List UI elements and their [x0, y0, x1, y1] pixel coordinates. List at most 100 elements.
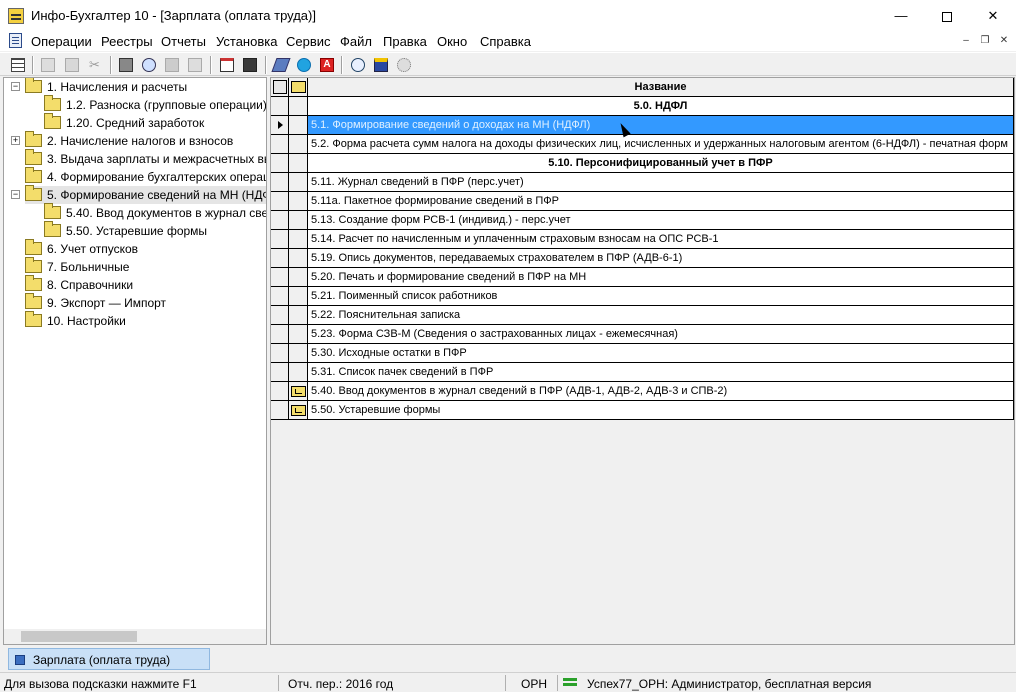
row-name[interactable]: 5.14. Расчет по начисленным и уплаченным… — [308, 230, 1014, 249]
expand-expander[interactable]: + — [11, 136, 20, 145]
image-button[interactable] — [163, 56, 181, 74]
copy-button[interactable] — [39, 56, 57, 74]
grid-view-button[interactable] — [9, 56, 27, 74]
menu-edit[interactable]: Правка — [383, 34, 427, 49]
menu-registers[interactable]: Реестры — [101, 34, 153, 49]
row-indicator — [271, 268, 289, 287]
folder-icon — [291, 405, 306, 416]
minimize-button[interactable]: — — [878, 0, 924, 31]
row-type — [289, 363, 308, 382]
row-indicator — [271, 306, 289, 325]
menu-setup[interactable]: Установка — [216, 34, 277, 49]
folder-icon — [44, 113, 61, 129]
row-name[interactable]: 5.23. Форма СЗВ-М (Сведения о застрахова… — [308, 325, 1014, 344]
collapse-expander[interactable]: − — [11, 82, 20, 91]
skype-button[interactable] — [295, 56, 313, 74]
settings-button[interactable] — [395, 56, 413, 74]
window-tab[interactable]: Зарплата (оплата труда) — [8, 648, 210, 670]
scrollbar-thumb[interactable] — [21, 631, 137, 642]
print-button[interactable] — [117, 56, 135, 74]
skype-icon — [297, 58, 311, 72]
folder-icon — [25, 131, 42, 147]
folder-icon — [44, 203, 61, 219]
table-row[interactable]: 5.11. Журнал сведений в ПФР (перс.учет) — [271, 173, 1014, 192]
paste-button[interactable] — [63, 56, 81, 74]
calendar-button[interactable] — [218, 56, 236, 74]
table-row[interactable]: 5.22. Пояснительная записка — [271, 306, 1014, 325]
row-type — [289, 268, 308, 287]
table-row[interactable]: 5.13. Создание форм РСВ-1 (индивид.) - п… — [271, 211, 1014, 230]
horizontal-scrollbar[interactable] — [4, 629, 266, 644]
row-name[interactable]: 5.11. Журнал сведений в ПФР (перс.учет) — [308, 173, 1014, 192]
table-row[interactable]: 5.2. Форма расчета сумм налога на доходы… — [271, 135, 1014, 154]
table-row[interactable]: 5.14. Расчет по начисленным и уплаченным… — [271, 230, 1014, 249]
menu-file[interactable]: Файл — [340, 34, 372, 49]
folder-icon — [291, 386, 306, 397]
row-name[interactable]: 5.22. Пояснительная записка — [308, 306, 1014, 325]
preview-button[interactable] — [140, 56, 158, 74]
photo-button[interactable] — [372, 56, 390, 74]
row-name[interactable]: 5.20. Печать и формирование сведений в П… — [308, 268, 1014, 287]
row-indicator — [271, 154, 289, 173]
table-row[interactable]: 5.11а. Пакетное формирование сведений в … — [271, 192, 1014, 211]
font-a-icon: A — [320, 58, 334, 72]
header-cell-folder[interactable] — [289, 78, 308, 97]
row-name[interactable]: 5.13. Создание форм РСВ-1 (индивид.) - п… — [308, 211, 1014, 230]
table-row[interactable]: 5.23. Форма СЗВ-М (Сведения о застрахова… — [271, 325, 1014, 344]
eraser-button[interactable] — [271, 56, 291, 74]
row-indicator — [271, 363, 289, 382]
row-name[interactable]: 5.19. Опись документов, передаваемых стр… — [308, 249, 1014, 268]
group-row: 5.0. НДФЛ — [271, 97, 1014, 116]
tree-item-selected[interactable]: 5. Формирование сведений на МН (НДФ — [25, 185, 266, 204]
table-row-selected[interactable]: 5.1. Формирование сведений о доходах на … — [271, 116, 1014, 135]
font-a-button[interactable]: A — [318, 56, 336, 74]
row-name[interactable]: 5.1. Формирование сведений о доходах на … — [308, 116, 1014, 135]
collapse-expander[interactable]: − — [11, 190, 20, 199]
mdi-close-button[interactable]: ✕ — [996, 34, 1012, 48]
table-row[interactable]: 5.30. Исходные остатки в ПФР — [271, 344, 1014, 363]
table-row[interactable]: 5.31. Список пачек сведений в ПФР — [271, 363, 1014, 382]
row-type — [289, 230, 308, 249]
table-row[interactable]: 5.19. Опись документов, передаваемых стр… — [271, 249, 1014, 268]
toolbar-separator — [32, 56, 34, 74]
app-icon[interactable] — [8, 8, 24, 24]
mdi-restore-button[interactable]: ❐ — [977, 34, 993, 48]
status-organization: ОРН — [521, 677, 548, 691]
calc-sheet-button[interactable] — [186, 56, 204, 74]
row-name[interactable]: 5.50. Устаревшие формы — [308, 401, 1014, 420]
row-type — [289, 401, 308, 420]
calculator-button[interactable] — [241, 56, 259, 74]
row-type — [289, 192, 308, 211]
row-name[interactable]: 5.21. Поименный список работников — [308, 287, 1014, 306]
toolbar-separator — [265, 56, 267, 74]
close-button[interactable]: ✕ — [970, 0, 1016, 31]
folder-icon — [44, 95, 61, 111]
menu-reports[interactable]: Отчеты — [161, 34, 206, 49]
compass-button[interactable] — [349, 56, 367, 74]
table-row[interactable]: 5.40. Ввод документов в журнал сведений … — [271, 382, 1014, 401]
menu-window[interactable]: Окно — [437, 34, 467, 49]
table-row[interactable]: 5.20. Печать и формирование сведений в П… — [271, 268, 1014, 287]
maximize-button[interactable] — [924, 0, 970, 31]
menu-operations[interactable]: Операции — [31, 34, 92, 49]
status-bar: Для вызова подсказки нажмите F1 Отч. пер… — [0, 672, 1016, 692]
mdi-minimize-button[interactable]: – — [958, 34, 974, 48]
window-title: Инфо-Бухгалтер 10 - [Зарплата (оплата тр… — [31, 8, 316, 23]
toolbar-separator — [341, 56, 343, 74]
cut-button[interactable]: ✂ — [87, 56, 105, 74]
row-name[interactable]: 5.40. Ввод документов в журнал сведений … — [308, 382, 1014, 401]
row-name[interactable]: 5.2. Форма расчета сумм налога на доходы… — [308, 135, 1014, 154]
row-name[interactable]: 5.11а. Пакетное формирование сведений в … — [308, 192, 1014, 211]
document-icon[interactable] — [9, 33, 22, 48]
row-name[interactable]: 5.31. Список пачек сведений в ПФР — [308, 363, 1014, 382]
menu-service[interactable]: Сервис — [286, 34, 331, 49]
status-separator — [505, 675, 506, 691]
table-row[interactable]: 5.50. Устаревшие формы — [271, 401, 1014, 420]
row-name[interactable]: 5.30. Исходные остатки в ПФР — [308, 344, 1014, 363]
row-type — [289, 325, 308, 344]
column-header-name[interactable]: Название — [308, 78, 1014, 97]
calculator-icon — [243, 58, 257, 72]
header-cell-pin[interactable] — [271, 78, 289, 97]
table-row[interactable]: 5.21. Поименный список работников — [271, 287, 1014, 306]
menu-help[interactable]: Справка — [480, 34, 531, 49]
